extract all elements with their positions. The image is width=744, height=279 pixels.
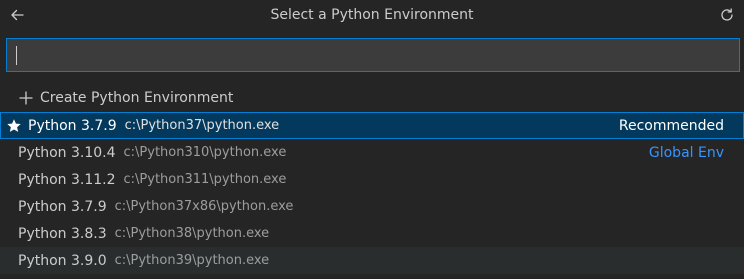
global-env-badge: Global Env (648, 144, 724, 161)
environment-path: c:\Python39\python.exe (114, 253, 270, 268)
environment-path: c:\Python37x86\python.exe (114, 199, 294, 214)
star-icon (6, 118, 22, 134)
environment-list: Create Python Environment Python 3.7.9 c… (0, 84, 744, 274)
environment-name: Python 3.9.0 (18, 252, 107, 269)
search-box (6, 38, 740, 72)
environment-item-python39[interactable]: Python 3.9.0 c:\Python39\python.exe (0, 247, 744, 274)
environment-path: c:\Python311\python.exe (123, 172, 287, 187)
environment-name: Python 3.11.2 (18, 171, 116, 188)
environment-item-python37x86[interactable]: Python 3.7.9 c:\Python37x86\python.exe (0, 193, 744, 220)
picker-title: Select a Python Environment (270, 7, 474, 23)
environment-path: c:\Python310\python.exe (123, 145, 287, 160)
environment-item-python37[interactable]: Python 3.7.9 c:\Python37\python.exe Reco… (0, 112, 744, 139)
environment-item-python310[interactable]: Python 3.10.4 c:\Python310\python.exe Gl… (0, 139, 744, 166)
environment-name: Python 3.7.9 (28, 117, 117, 134)
recommended-badge: Recommended (618, 117, 724, 134)
environment-path: c:\Python38\python.exe (114, 226, 270, 241)
environment-path: c:\Python37\python.exe (124, 118, 280, 133)
back-button[interactable] (6, 4, 28, 26)
text-cursor (16, 46, 17, 65)
environment-name: Python 3.8.3 (18, 225, 107, 242)
create-environment-item[interactable]: Create Python Environment (0, 84, 744, 112)
arrow-left-icon (11, 9, 24, 21)
create-environment-label: Create Python Environment (40, 90, 234, 106)
refresh-button[interactable] (716, 4, 738, 26)
environment-item-python38[interactable]: Python 3.8.3 c:\Python38\python.exe (0, 220, 744, 247)
python-environment-picker: Select a Python Environment Create Pytho… (0, 0, 744, 279)
environment-item-python311[interactable]: Python 3.11.2 c:\Python311\python.exe (0, 166, 744, 193)
environment-name: Python 3.7.9 (18, 198, 107, 215)
picker-titlebar: Select a Python Environment (0, 0, 744, 30)
search-input[interactable] (7, 39, 739, 71)
refresh-icon (721, 8, 733, 21)
environment-name: Python 3.10.4 (18, 144, 116, 161)
plus-icon (18, 90, 34, 106)
